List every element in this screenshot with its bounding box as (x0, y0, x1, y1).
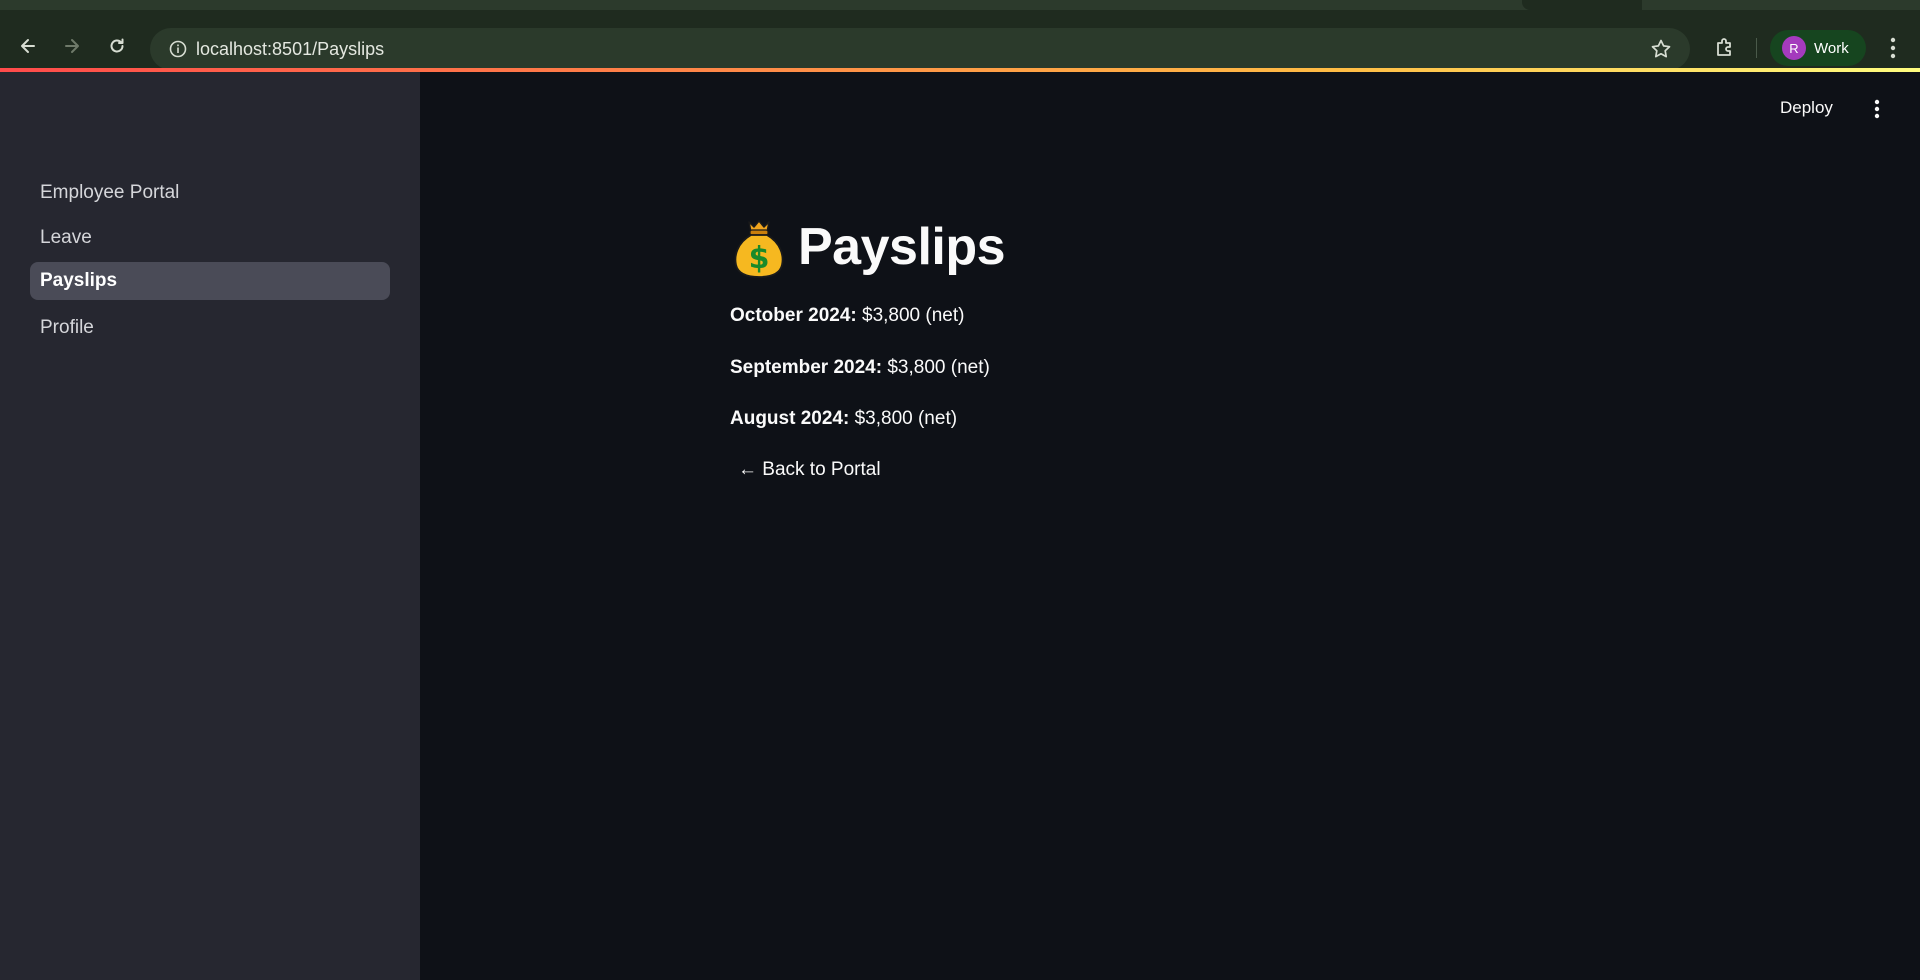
payslip-item-october: October 2024: $3,800 (net) (730, 305, 964, 327)
payslip-amount: $3,800 (net) (856, 305, 965, 326)
sidebar-item-payslips[interactable]: Payslips (30, 262, 390, 300)
site-info-icon[interactable] (168, 39, 188, 59)
sidebar-item-label: Payslips (40, 270, 118, 291)
browser-chrome: localhost:8501/Payslips R Work (0, 0, 1920, 70)
page-header: $ Payslips (730, 212, 1006, 282)
reload-icon[interactable] (103, 32, 131, 60)
sidebar-item-label: Leave (40, 227, 92, 248)
page-title: Payslips (798, 218, 1006, 276)
money-bag-icon: $ (734, 220, 784, 278)
sidebar-item-employee-portal[interactable]: Employee Portal (30, 174, 390, 212)
payslip-amount: $3,800 (net) (882, 357, 990, 378)
profile-button[interactable]: R Work (1770, 30, 1866, 66)
payslip-amount: $3,800 (net) (849, 408, 958, 429)
extensions-puzzle-icon[interactable] (1712, 34, 1738, 60)
browser-toolbar: localhost:8501/Payslips R Work (0, 10, 1920, 70)
browser-menu-icon[interactable] (1880, 34, 1906, 62)
payslip-item-september: September 2024: $3,800 (net) (730, 357, 990, 379)
bookmark-star-icon[interactable] (1650, 38, 1672, 60)
payslip-month: October 2024: (730, 305, 857, 326)
app-menu-icon[interactable] (1865, 94, 1889, 124)
sidebar-item-leave[interactable]: Leave (30, 219, 390, 257)
sidebar: Employee Portal Leave Payslips Profile (0, 72, 420, 980)
svg-text:$: $ (749, 241, 770, 276)
url-text[interactable]: localhost:8501/Payslips (196, 39, 384, 59)
sidebar-item-profile[interactable]: Profile (30, 309, 390, 347)
back-to-portal-link[interactable]: ← Back to Portal (738, 459, 881, 481)
profile-name: Work (1814, 39, 1849, 57)
deploy-button[interactable]: Deploy (1780, 98, 1833, 118)
main-content: Deploy $ Payslips October 2024: $3,800 (… (420, 72, 1920, 980)
forward-arrow-icon[interactable] (58, 32, 86, 60)
payslip-item-august: August 2024: $3,800 (net) (730, 408, 957, 430)
toolbar-separator (1756, 38, 1757, 58)
avatar: R (1782, 36, 1806, 60)
sidebar-item-label: Profile (40, 317, 94, 338)
back-arrow-icon[interactable] (14, 32, 42, 60)
active-tab-edge (1522, 0, 1642, 10)
address-bar[interactable]: localhost:8501/Payslips (150, 28, 1690, 70)
payslip-month: August 2024: (730, 408, 850, 429)
sidebar-item-label: Employee Portal (40, 182, 180, 203)
payslip-month: September 2024: (730, 357, 883, 378)
